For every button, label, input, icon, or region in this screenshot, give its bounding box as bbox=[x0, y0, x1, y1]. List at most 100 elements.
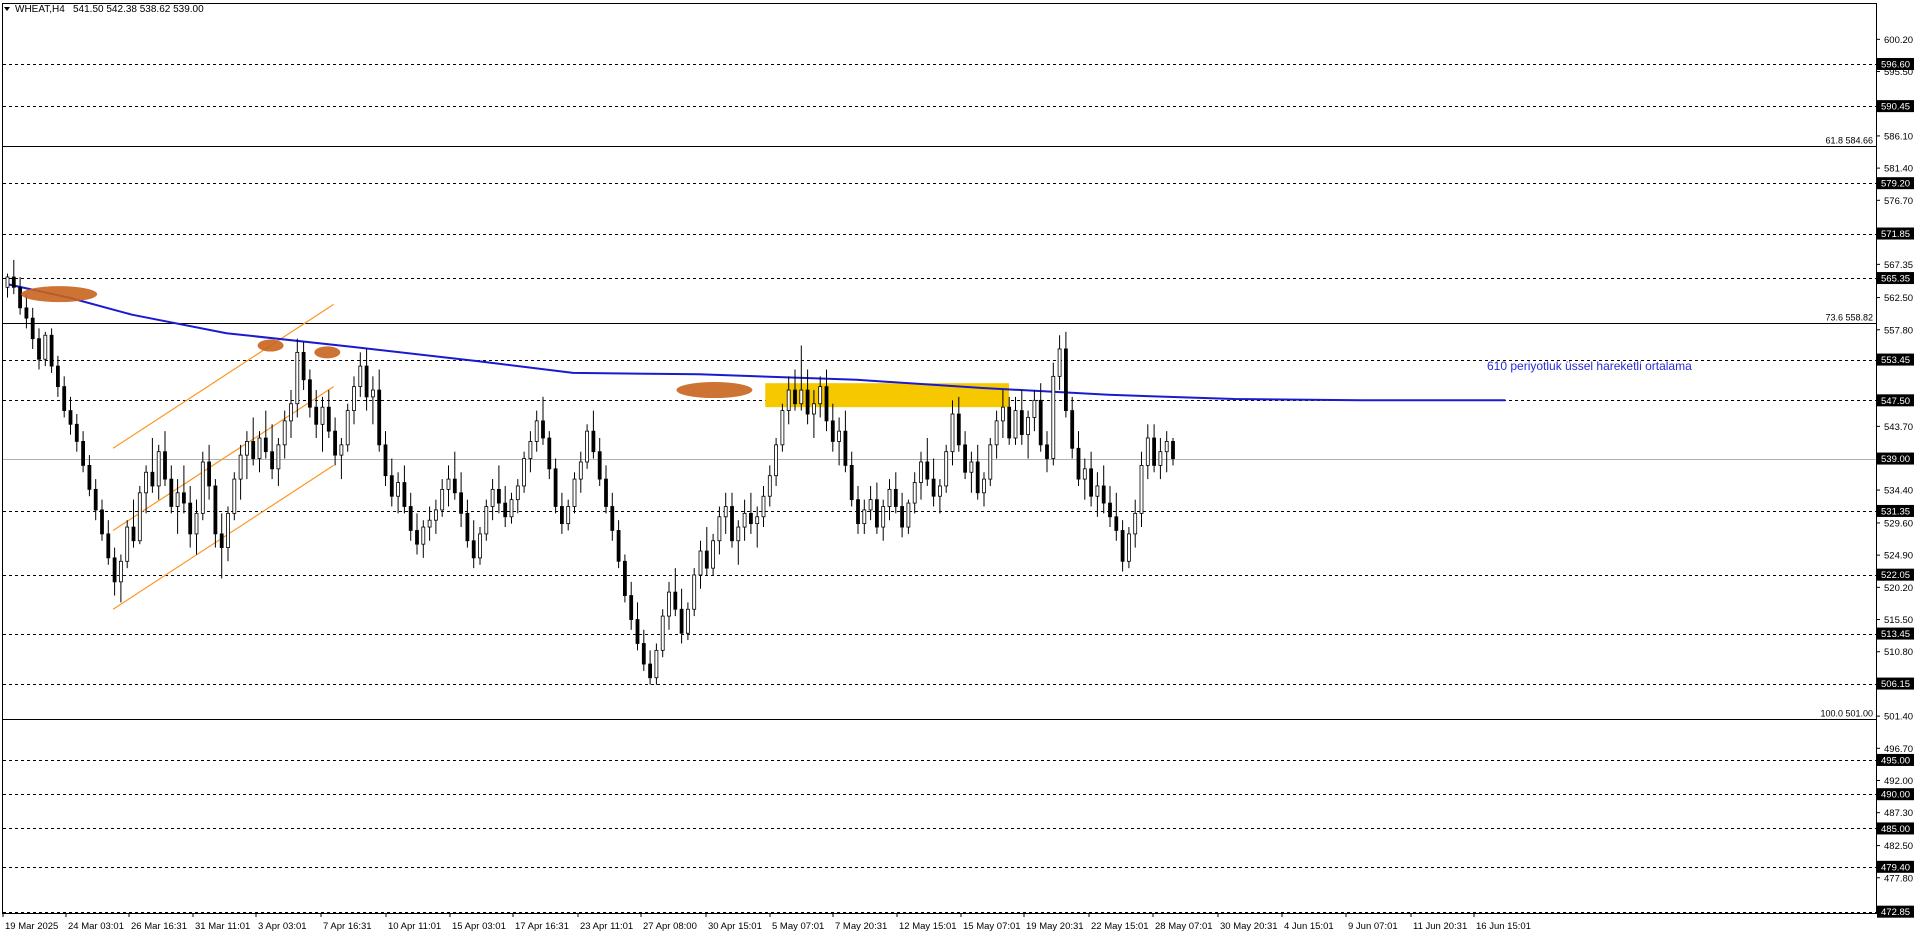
candle bbox=[49, 328, 54, 373]
candle-body bbox=[484, 506, 489, 535]
candle-body bbox=[137, 492, 142, 542]
price-tick-label: 543.70 bbox=[1884, 422, 1913, 433]
candle-body bbox=[68, 410, 73, 425]
time-tick-label: 9 Jun 07:01 bbox=[1348, 921, 1398, 932]
price-tick-label: 487.30 bbox=[1884, 808, 1913, 819]
candle-body bbox=[704, 550, 709, 569]
candle-body bbox=[591, 430, 596, 453]
candle-body bbox=[868, 499, 873, 511]
candle-body bbox=[1019, 410, 1024, 435]
candle-body bbox=[364, 365, 369, 398]
candle-body bbox=[604, 478, 608, 507]
price-tick-label: 501.40 bbox=[1884, 712, 1913, 723]
candle-body bbox=[1013, 410, 1018, 439]
candle-body bbox=[100, 509, 104, 535]
price-tick-label: 529.60 bbox=[1884, 518, 1913, 529]
candle-body bbox=[1095, 485, 1100, 497]
candle-body bbox=[610, 506, 615, 531]
time-tick-label: 16 Jun 15:01 bbox=[1476, 921, 1531, 932]
price-tick-label: 524.90 bbox=[1884, 551, 1913, 562]
candle-body bbox=[175, 492, 180, 507]
candle-body bbox=[856, 499, 860, 525]
chart-window[interactable]: 61.8 584.66 73.6 558.82 100.0 501.00 600.2… bbox=[0, 0, 1916, 936]
candle-body bbox=[156, 451, 161, 487]
candle-body bbox=[698, 550, 703, 576]
candle-body bbox=[812, 403, 816, 415]
price-tick-label: 492.00 bbox=[1884, 776, 1913, 787]
candle-body bbox=[440, 488, 445, 511]
price-badge-label: 596.60 bbox=[1881, 59, 1910, 70]
candle-body bbox=[377, 389, 382, 446]
price-badge-label: 531.35 bbox=[1881, 506, 1910, 517]
candle-body bbox=[566, 506, 571, 525]
candle-body bbox=[1164, 441, 1169, 453]
candle-body bbox=[181, 492, 186, 504]
price-tick-label: 477.80 bbox=[1884, 873, 1913, 884]
candle-body bbox=[673, 591, 678, 610]
candle-body bbox=[1032, 399, 1037, 418]
pivot-marker bbox=[314, 346, 341, 359]
candle-body bbox=[799, 389, 804, 405]
price-tick-label: 520.20 bbox=[1884, 583, 1913, 594]
candle-body bbox=[333, 430, 338, 456]
candle-body bbox=[1127, 533, 1131, 562]
candle-body bbox=[931, 478, 936, 497]
candle-body bbox=[125, 526, 130, 562]
candle-body bbox=[87, 464, 92, 490]
candle-body bbox=[1108, 502, 1112, 518]
price-tick-label: 510.80 bbox=[1884, 647, 1913, 658]
candle-body bbox=[956, 413, 961, 446]
candle-body bbox=[295, 351, 300, 405]
candle-body bbox=[226, 512, 230, 548]
price-badge-label: 539.00 bbox=[1881, 454, 1910, 465]
time-tick-label: 31 Mar 11:01 bbox=[195, 921, 250, 932]
candle-body bbox=[875, 499, 879, 528]
candle-body bbox=[188, 502, 193, 535]
candle-body bbox=[881, 506, 886, 528]
candle-body bbox=[1133, 512, 1138, 535]
time-tick-label: 7 May 20:31 bbox=[835, 921, 887, 932]
candle-body bbox=[352, 386, 356, 412]
candle-body bbox=[711, 540, 715, 569]
candle-body bbox=[585, 430, 589, 463]
candle-body bbox=[270, 451, 275, 470]
candle-body bbox=[251, 441, 256, 459]
candle-body bbox=[503, 502, 508, 518]
candle-body bbox=[496, 488, 501, 504]
candle-body bbox=[963, 444, 967, 473]
candle-body bbox=[1089, 468, 1093, 497]
price-badge-label: 495.00 bbox=[1881, 755, 1910, 766]
time-tick-label: 4 Jun 15:01 bbox=[1284, 921, 1334, 932]
candle-body bbox=[982, 478, 986, 494]
candle-body bbox=[635, 619, 640, 644]
candle-body bbox=[150, 471, 155, 487]
candle bbox=[125, 520, 130, 569]
candle-body bbox=[906, 502, 911, 528]
candle-body bbox=[944, 451, 949, 487]
candle-body bbox=[1082, 468, 1087, 480]
candle bbox=[988, 438, 993, 486]
candle bbox=[1051, 362, 1056, 466]
time-tick-label: 23 Apr 11:01 bbox=[580, 921, 633, 932]
candle-body bbox=[5, 276, 10, 288]
candle-body bbox=[56, 365, 60, 388]
candle-body bbox=[547, 437, 552, 470]
price-tick-label: 567.35 bbox=[1884, 260, 1913, 271]
candle-body bbox=[623, 560, 627, 596]
candle-body bbox=[616, 530, 621, 562]
candle-body bbox=[780, 410, 785, 446]
candle-body bbox=[408, 506, 413, 531]
header-ohlc: 541.50 542.38 538.62 539.00 bbox=[73, 4, 204, 15]
candle-body bbox=[830, 420, 835, 442]
candle-body bbox=[257, 437, 262, 459]
candle-body bbox=[925, 461, 930, 480]
fib-label: 100.0 501.00 bbox=[1820, 709, 1873, 719]
candle bbox=[585, 424, 589, 469]
candle bbox=[623, 554, 627, 603]
candle-body bbox=[837, 430, 841, 442]
candle-body bbox=[282, 420, 287, 446]
candle-body bbox=[730, 506, 734, 542]
candle-body bbox=[742, 512, 747, 528]
candle-body bbox=[1114, 516, 1119, 531]
price-chart[interactable]: 61.8 584.66 73.6 558.82 100.0 501.00 600.2… bbox=[0, 0, 1916, 936]
